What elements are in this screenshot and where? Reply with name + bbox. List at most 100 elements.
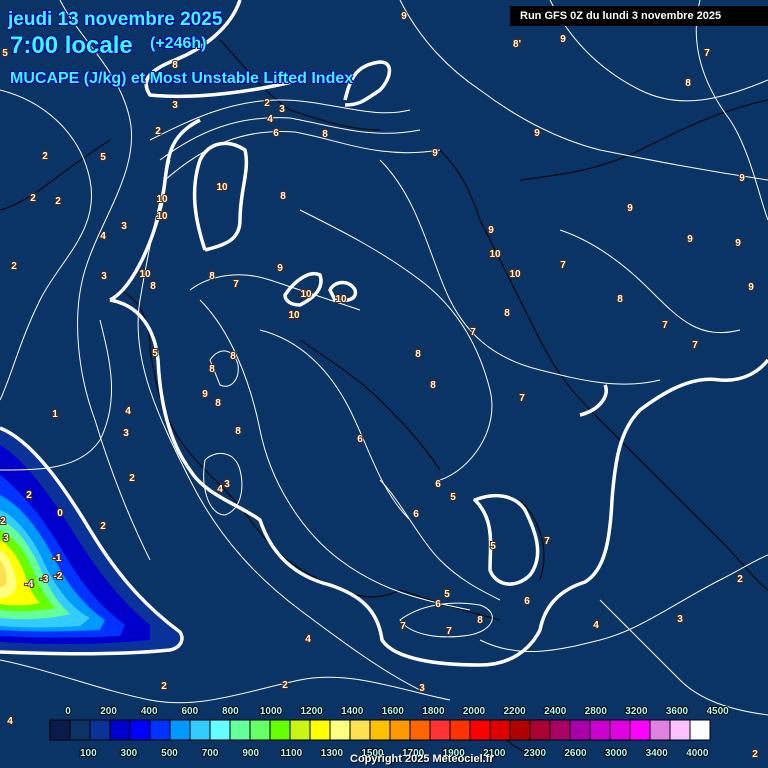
colorbar-label: 200 — [100, 706, 117, 717]
contour-value-label: 10 — [509, 269, 521, 280]
colorbar-swatch — [469, 719, 491, 741]
colorbar-label: 4500 — [706, 706, 729, 717]
contour-value-label: 3 — [3, 533, 9, 544]
colorbar-swatch — [569, 719, 591, 741]
contour-value-label: 2 — [30, 193, 36, 204]
forecast-lead-time: (+246h) — [150, 35, 207, 52]
colorbar-label: 4000 — [686, 748, 709, 759]
contour-value-label: 2 — [100, 521, 106, 532]
contour-value-label: 2 — [282, 680, 288, 691]
contour-value-label: 7 — [519, 393, 525, 404]
colorbar-label: 800 — [222, 706, 239, 717]
colorbar-label: 3600 — [666, 706, 689, 717]
colorbar-label: 1000 — [260, 706, 283, 717]
contour-value-label: 7 — [233, 279, 239, 290]
contour-value-label: 2 — [752, 749, 758, 760]
colorbar-swatch — [529, 719, 551, 741]
colorbar-swatch — [289, 719, 311, 741]
contour-value-label: 2 — [0, 516, 6, 527]
colorbar-swatch — [449, 719, 471, 741]
contour-value-label: 7 — [400, 621, 406, 632]
colorbar-swatch — [249, 719, 271, 741]
colorbar-label: 2600 — [564, 748, 587, 759]
colorbar-swatch — [309, 719, 331, 741]
contour-value-label: 4 — [267, 114, 273, 125]
colorbar-label: 2300 — [524, 748, 547, 759]
contour-value-label: 6 — [357, 434, 363, 445]
colorbar-swatch — [109, 719, 131, 741]
colorbar-swatch — [649, 719, 671, 741]
contour-value-label: 6 — [435, 599, 441, 610]
contour-value-label: 3 — [279, 104, 285, 115]
contour-value-label: 7 — [470, 327, 476, 338]
contour-value-label: 9 — [560, 34, 566, 45]
colorbar-swatch — [209, 719, 231, 741]
contour-value-label: 10 — [489, 249, 501, 260]
contour-value-label: 5 — [152, 348, 158, 359]
contour-value-label: 5 — [2, 48, 8, 59]
contour-value-label: 3 — [123, 428, 129, 439]
colorbar-swatch — [89, 719, 111, 741]
contour-value-label: 0 — [57, 508, 63, 519]
weather-map: 0 100 200 300 400 500 600 700 800 900 1000 1100 1200… — [0, 0, 768, 768]
colorbar-swatch — [409, 719, 431, 741]
colorbar-label: 3000 — [605, 748, 628, 759]
contour-value-label: 9 — [202, 389, 208, 400]
contour-value-label: 3 — [172, 100, 178, 111]
colorbar-swatch — [169, 719, 191, 741]
contour-value-label: 9 — [739, 173, 745, 184]
contour-value-label: 8 — [430, 380, 436, 391]
colorbar-swatch — [229, 719, 251, 741]
contour-value-label: 9 — [748, 282, 754, 293]
contour-value-label: 10 — [288, 310, 300, 321]
contour-value-label: 2 — [11, 261, 17, 272]
colorbar-swatch — [609, 719, 631, 741]
colorbar-label: 2000 — [463, 706, 486, 717]
contour-value-label: 2 — [42, 151, 48, 162]
colorbar-label: 1300 — [321, 748, 344, 759]
colorbar-label: 2200 — [503, 706, 526, 717]
colorbar-legend: 0 100 200 300 400 500 600 700 800 900 1000 1100 1200… — [49, 705, 730, 760]
colorbar-swatch — [389, 719, 411, 741]
contour-value-label: -1 — [53, 553, 62, 564]
forecast-time: 7:00 locale — [10, 32, 133, 59]
colorbar-swatch — [669, 719, 691, 741]
colorbar-swatch — [49, 719, 71, 741]
contour-value-label: 7 — [560, 260, 566, 271]
contour-value-label: 2 — [161, 681, 167, 692]
contour-value-label: 7 — [446, 626, 452, 637]
contour-value-label: 3 — [677, 614, 683, 625]
contour-value-label: 8' — [513, 39, 521, 50]
contour-value-label: 3 — [121, 221, 127, 232]
colorbar-swatch — [129, 719, 151, 741]
contour-value-label: 7 — [704, 48, 710, 59]
contour-value-label: 10 — [156, 211, 168, 222]
contour-value-label: 9 — [687, 234, 693, 245]
colorbar-label: 500 — [161, 748, 178, 759]
contour-value-label: 9 — [277, 263, 283, 274]
contour-value-label: 6 — [273, 128, 279, 139]
contour-value-label: 10 — [216, 182, 228, 193]
contour-value-label: 7 — [692, 340, 698, 351]
contour-value-label: 5 — [450, 492, 456, 503]
colorbar-swatch — [429, 719, 451, 741]
contour-value-label: -4 — [25, 579, 34, 590]
colorbar-label: 100 — [80, 748, 97, 759]
forecast-date: jeudi 13 novembre 2025 — [8, 9, 223, 30]
contour-value-label: 2 — [55, 196, 61, 207]
contour-value-label: 4 — [100, 231, 106, 242]
colorbar-label: 700 — [202, 748, 219, 759]
colorbar-label: 1100 — [280, 748, 302, 759]
contour-value-label: 3 — [101, 271, 107, 282]
colorbar-swatch — [329, 719, 351, 741]
contour-value-label: 9 — [401, 11, 407, 22]
contour-value-label: 5 — [490, 541, 496, 552]
colorbar-label: 2400 — [544, 706, 567, 717]
parameter-title: MUCAPE (J/kg) et Most Unstable Lifted In… — [10, 70, 354, 87]
colorbar-label: 3200 — [625, 706, 648, 717]
contour-value-label: 7 — [662, 320, 668, 331]
contour-value-label: 2 — [264, 98, 270, 109]
contour-value-label: 4 — [305, 634, 311, 645]
contour-value-label: 8 — [617, 294, 623, 305]
contour-value-label: -2 — [54, 571, 63, 582]
